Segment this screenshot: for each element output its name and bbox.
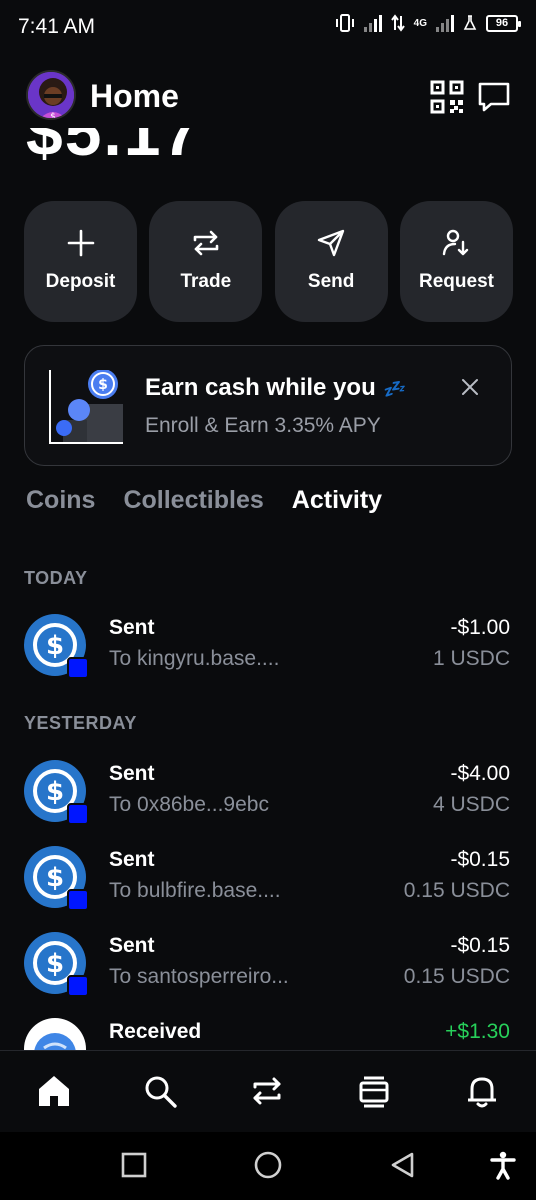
network-type: 4G — [413, 17, 427, 29]
transaction-recipient: To santosperreiro... — [109, 965, 289, 988]
base-network-badge — [67, 975, 89, 997]
transaction-amount: +$1.30 — [445, 1020, 510, 1043]
qr-code-icon[interactable] — [430, 80, 464, 114]
deposit-button[interactable]: Deposit — [24, 201, 137, 322]
transaction-title: Received — [109, 1020, 202, 1043]
tab-collectibles[interactable]: Collectibles — [123, 486, 263, 515]
search-icon[interactable] — [142, 1073, 178, 1109]
svg-text:$: $ — [46, 777, 64, 807]
coin-icon — [24, 1018, 86, 1050]
home-icon[interactable] — [36, 1073, 72, 1109]
earn-chart-icon: $ — [49, 370, 123, 444]
vibrate-icon — [335, 14, 354, 32]
bottom-navigation — [0, 1050, 536, 1132]
home-circle-icon[interactable] — [253, 1150, 283, 1180]
request-label: Request — [419, 271, 494, 292]
status-icons: 4G 96 — [335, 14, 521, 32]
page-title: Home — [90, 78, 179, 114]
balance-amount: $5.17 — [26, 128, 202, 169]
avatar[interactable]: $ — [26, 70, 76, 120]
data-arrows-icon — [390, 14, 405, 32]
transaction-title: Sent — [109, 848, 155, 871]
base-network-badge — [67, 803, 89, 825]
flask-icon — [463, 15, 477, 30]
chat-icon[interactable] — [477, 80, 511, 114]
transaction-row[interactable]: $ Sent To kingyru.base.... -$1.00 1 USDC — [0, 614, 536, 694]
asset-tabs: Coins Collectibles Activity — [26, 486, 382, 515]
sleep-icon: 💤 — [382, 379, 405, 399]
accessibility-icon[interactable] — [488, 1150, 518, 1180]
transaction-title: Sent — [109, 616, 155, 639]
system-navigation — [0, 1132, 536, 1200]
transaction-recipient: To kingyru.base.... — [109, 647, 280, 670]
transaction-token-amount: 0.15 USDC — [403, 879, 510, 902]
section-header-yesterday: YESTERDAY — [24, 713, 137, 733]
activity-list: TODAY $ Sent To kingyru.base.... -$1.00 … — [0, 560, 536, 1050]
send-icon — [317, 229, 345, 257]
transaction-token-amount: 1 USDC — [432, 647, 510, 670]
transaction-amount: -$0.15 — [450, 848, 510, 871]
tab-coins[interactable]: Coins — [26, 486, 95, 515]
transaction-amount: -$4.00 — [450, 762, 510, 785]
app-header: $ Home — [0, 66, 536, 128]
svg-text:$: $ — [46, 863, 64, 893]
status-bar: 7:41 AM 4G 96 — [0, 0, 536, 56]
svg-text:$: $ — [46, 631, 64, 661]
promo-subtitle: Enroll & Earn 3.35% APY — [145, 414, 381, 437]
deposit-label: Deposit — [45, 271, 116, 292]
promo-title: Earn cash while you 💤 — [145, 374, 405, 402]
earn-promo-card[interactable]: $ Earn cash while you 💤 Enroll & Earn 3.… — [24, 345, 512, 466]
request-button[interactable]: Request — [399, 201, 513, 322]
close-icon[interactable] — [459, 376, 481, 398]
trade-button[interactable]: Trade — [149, 201, 263, 322]
balance-container: $5.17 — [0, 128, 536, 170]
base-network-badge — [67, 657, 89, 679]
promo-title-text: Earn cash while you — [145, 374, 376, 401]
base-network-badge — [67, 889, 89, 911]
svg-text:$: $ — [50, 112, 56, 120]
transaction-recipient: To 0x86be...9ebc — [109, 793, 269, 816]
send-label: Send — [307, 271, 355, 292]
recents-icon[interactable] — [119, 1150, 149, 1180]
battery-indicator: 96 — [486, 14, 521, 32]
send-button[interactable]: Send — [274, 201, 388, 322]
status-time: 7:41 AM — [18, 15, 96, 38]
svg-text:$: $ — [46, 949, 64, 979]
action-buttons: Deposit Trade Send Request — [24, 201, 513, 322]
swap-icon — [193, 230, 219, 256]
app-screen: 7:41 AM 4G 96 $ Home $5.17 Deposit Trade… — [0, 0, 536, 1200]
section-header-today: TODAY — [24, 568, 88, 588]
bell-icon[interactable] — [464, 1073, 500, 1109]
transaction-amount: -$0.15 — [450, 934, 510, 957]
transaction-row[interactable]: $ Sent To bulbfire.base.... -$0.15 0.15 … — [0, 846, 536, 926]
transaction-title: Sent — [109, 762, 155, 785]
transaction-row[interactable]: $ Sent To santosperreiro... -$0.15 0.15 … — [0, 932, 536, 1012]
transaction-row[interactable]: Received +$1.30 — [0, 1018, 536, 1050]
tab-activity[interactable]: Activity — [292, 486, 382, 515]
signal-icon — [363, 14, 382, 32]
transaction-amount: -$1.00 — [450, 616, 510, 639]
transaction-recipient: To bulbfire.base.... — [109, 879, 281, 902]
svg-text:$: $ — [98, 377, 108, 393]
transaction-token-amount: 4 USDC — [432, 793, 510, 816]
plus-icon — [67, 229, 94, 257]
signal-2-icon — [436, 14, 454, 32]
transaction-row[interactable]: $ Sent To 0x86be...9ebc -$4.00 4 USDC — [0, 760, 536, 840]
transaction-title: Sent — [109, 934, 155, 957]
transaction-token-amount: 0.15 USDC — [403, 965, 510, 988]
browser-icon[interactable] — [356, 1073, 392, 1109]
swap-icon[interactable] — [249, 1073, 285, 1109]
request-icon — [443, 229, 469, 256]
trade-label: Trade — [180, 271, 232, 292]
back-icon[interactable] — [387, 1150, 417, 1180]
